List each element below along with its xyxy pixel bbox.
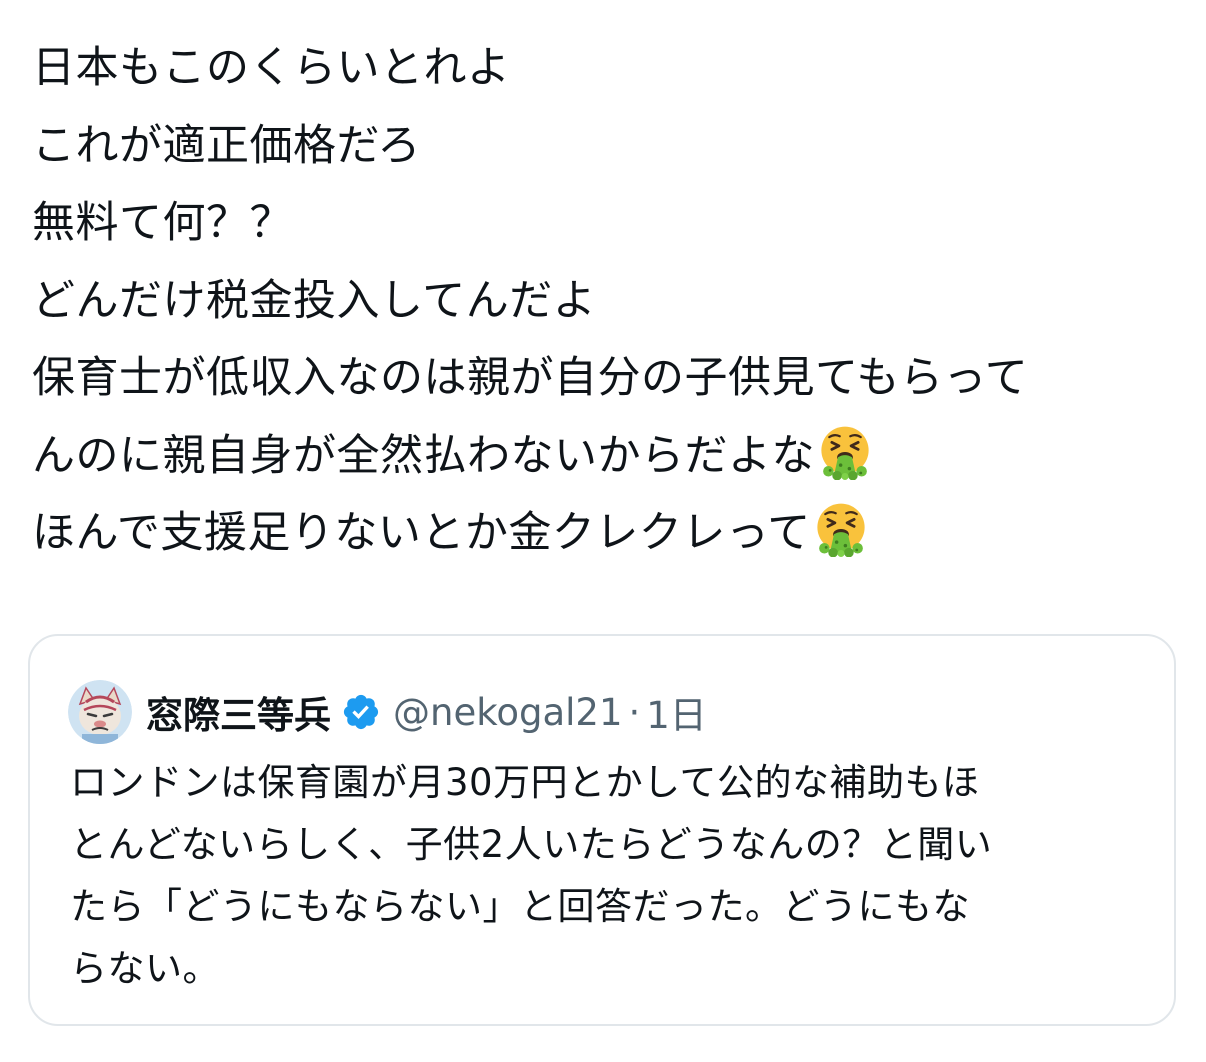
author-name[interactable]: 窓際三等兵 bbox=[146, 685, 331, 739]
vomiting-face-icon bbox=[821, 426, 869, 480]
tweet-text: 日本もこのくらいとれよ これが適正価格だろ 無料て何？？ どんだけ税金投入してん… bbox=[32, 30, 1182, 573]
quoted-post-header: 窓際三等兵 @nekogal21 · 1日 bbox=[68, 680, 707, 744]
quoted-post-line: たら「どうにもならない」と回答だった。どうにもな bbox=[70, 885, 970, 928]
tweet-line-text: これが適正価格だろ bbox=[32, 120, 421, 171]
quoted-post-text: ロンドンは保育園が月30万円とかして公的な補助もほ とんどないらしく、子供2人い… bbox=[70, 752, 1140, 1000]
tweet-line: どんだけ税金投入してんだよ bbox=[32, 263, 1182, 341]
verified-badge-icon bbox=[343, 694, 379, 730]
tweet-line-text: んのに親自身が全然払わないからだよな bbox=[32, 430, 815, 481]
author-handle[interactable]: @nekogal21 bbox=[393, 691, 622, 734]
tweet-line: 保育士が低収入なのは親が自分の子供見てもらって bbox=[32, 340, 1182, 418]
tweet-line-text: 日本もこのくらいとれよ bbox=[32, 43, 511, 93]
tweet-line: ほんで支援足りないとか金クレクレって bbox=[32, 495, 1182, 573]
post-timestamp[interactable]: 1日 bbox=[646, 685, 707, 739]
quoted-post-line: らない。 bbox=[70, 947, 220, 990]
quoted-post-line: ロンドンは保育園が月30万円とかして公的な補助もほ bbox=[70, 761, 980, 804]
tweet-line: 日本もこのくらいとれよ bbox=[32, 30, 1182, 108]
tweet-line: 無料て何？？ bbox=[32, 185, 1182, 263]
quoted-post-line: とんどないらしく、子供2人いたらどうなんの？と聞い bbox=[70, 823, 993, 866]
tweet-line-text: どんだけ税金投入してんだよ bbox=[32, 275, 597, 326]
avatar[interactable] bbox=[68, 680, 132, 744]
separator-dot: · bbox=[628, 690, 641, 734]
tweet-line-text: 保育士が低収入なのは親が自分の子供見てもらって bbox=[32, 353, 1029, 403]
quoted-post-card[interactable]: 窓際三等兵 @nekogal21 · 1日 ロンドンは保育園が月30万円とかして… bbox=[28, 634, 1176, 1026]
tweet-line-text: ほんで支援足りないとか金クレクレって bbox=[32, 508, 811, 558]
vomiting-face-icon bbox=[817, 503, 865, 557]
tweet-line: んのに親自身が全然払わないからだよな bbox=[32, 418, 1182, 496]
tweet-line-text: 無料て何？？ bbox=[32, 198, 293, 248]
tweet-line: これが適正価格だろ bbox=[32, 108, 1182, 186]
